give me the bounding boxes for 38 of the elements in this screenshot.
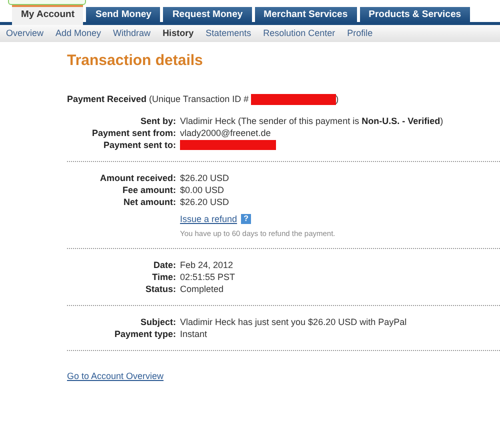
subnav-link[interactable]: Overview [6,28,44,39]
subnav-link[interactable]: Resolution Center [263,28,336,39]
field-label: Sent by: [139,116,177,126]
field-label: Subject: [139,317,177,327]
field-label: Net amount: [122,197,177,207]
field-value: Completed [180,284,224,294]
subnav-link[interactable]: Add Money [56,28,102,39]
nav-tab[interactable]: Products & Services [360,7,470,22]
field-label: Status: [144,284,177,294]
field-label: Payment type: [113,329,177,339]
field-value: Vladimir Heck has just sent you $26.20 USD with PayPal [180,317,407,327]
field-value: 02:51:55 PST [180,272,236,282]
nav-tab[interactable]: My Account [12,5,84,25]
nav-tab[interactable]: Send Money [86,7,160,22]
field-value: Feb 24, 2012 [180,260,234,270]
page-title: Transaction details [67,52,204,69]
heading-text: Payment Received (Unique Transaction ID # [67,94,249,104]
subnav-link[interactable]: Statements [206,28,252,39]
refund-link[interactable]: Issue a refund [180,214,238,224]
field-value: $26.20 USD [180,173,230,183]
field-value: Instant [180,329,208,339]
field-label: Fee amount: [121,185,177,195]
field-value: Vladimir Heck (The sender of this payment is Non-U.S. - Verified) [180,116,444,126]
field-label: Amount received: [98,173,177,183]
field-value: $26.20 USD [180,197,230,207]
field-value: vlady2000@freenet.de [180,128,271,138]
subnav-link[interactable]: History [162,28,194,39]
heading-text: ) [336,94,339,104]
subnav-link[interactable]: Withdraw [113,28,151,39]
field-label: Time: [151,272,177,282]
subnav-link[interactable]: Profile [347,28,373,39]
field-label: Date: [152,260,177,270]
field-label: Payment sent to: [102,140,177,150]
account-overview-link[interactable]: Go to Account Overview [67,371,164,381]
nav-tab[interactable]: Request Money [163,7,252,22]
field-label: Payment sent from: [90,128,177,138]
nav-tab[interactable]: Merchant Services [254,7,357,22]
field-value: $0.00 USD [180,185,224,195]
